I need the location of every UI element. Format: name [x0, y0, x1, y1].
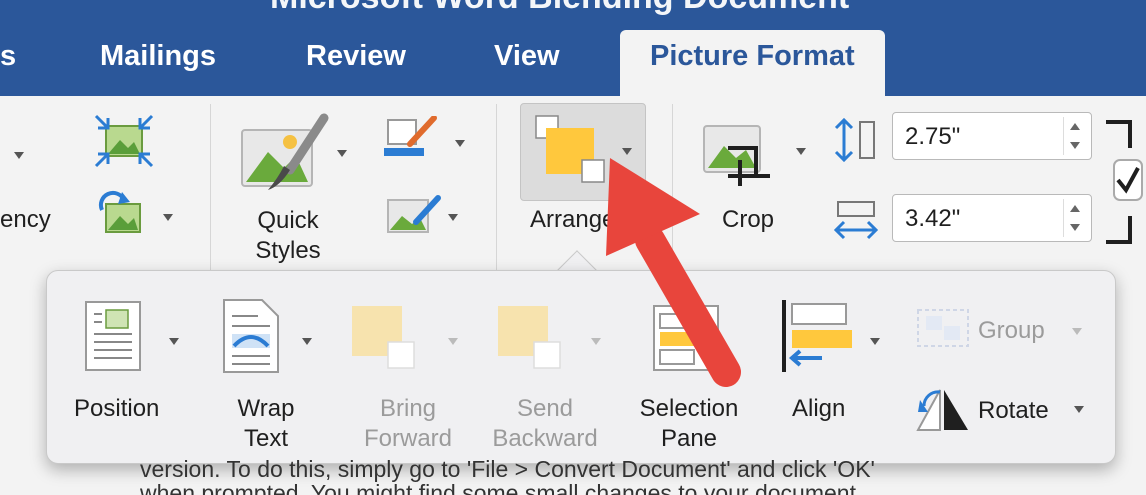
- stepper-arrows-icon[interactable]: [1063, 117, 1085, 155]
- align-label[interactable]: Align: [792, 394, 845, 424]
- group-divider: [672, 104, 673, 274]
- picture-effects-icon[interactable]: [382, 192, 442, 240]
- arrange-label[interactable]: Arrange: [530, 206, 615, 234]
- height-value[interactable]: 2.75": [905, 123, 960, 151]
- tab-mailings[interactable]: Mailings: [100, 40, 216, 73]
- bring-forward-icon: [352, 306, 415, 369]
- document-title: Microsoft Word Blending Document: [270, 0, 849, 17]
- quick-styles-label[interactable]: Quick Styles: [240, 206, 336, 266]
- quick-styles-icon[interactable]: [238, 112, 334, 196]
- group-divider: [496, 104, 497, 274]
- document-text-line: when prompted. You might find some small…: [140, 480, 863, 495]
- reset-picture-icon[interactable]: [96, 190, 146, 240]
- bring-forward-label: Bring Forward: [363, 395, 453, 452]
- wrap-text-label[interactable]: Wrap Text: [226, 394, 306, 454]
- send-backward-label: Send Backward: [492, 395, 598, 452]
- chevron-down-icon[interactable]: [455, 140, 465, 147]
- chevron-down-icon: [591, 338, 601, 345]
- chevron-down-icon[interactable]: [622, 148, 632, 155]
- position-icon[interactable]: [80, 298, 150, 374]
- stepper-arrows-icon[interactable]: [1063, 199, 1085, 237]
- selection-pane-label[interactable]: Selection Pane: [626, 394, 752, 454]
- align-icon[interactable]: [776, 296, 856, 376]
- tab-view[interactable]: View: [494, 40, 560, 73]
- width-value[interactable]: 3.42": [905, 205, 960, 233]
- chevron-down-icon[interactable]: [796, 148, 806, 155]
- chevron-down-icon[interactable]: [302, 338, 312, 345]
- shape-width-icon: [833, 201, 879, 240]
- arrange-icon: [535, 115, 605, 183]
- group-divider: [210, 104, 211, 274]
- tab-review[interactable]: Review: [306, 40, 406, 73]
- tab-picture-format[interactable]: Picture Format: [620, 30, 885, 96]
- shape-height-icon: [834, 117, 875, 163]
- chevron-down-icon[interactable]: [448, 214, 458, 221]
- chevron-down-icon: [1072, 328, 1082, 335]
- chevron-down-icon: [448, 338, 458, 345]
- chevron-down-icon[interactable]: [163, 214, 173, 221]
- selection-pane-icon[interactable]: [650, 302, 722, 374]
- transparency-label[interactable]: ency: [0, 206, 51, 234]
- tab-layout[interactable]: s: [0, 40, 16, 73]
- picture-border-icon[interactable]: [380, 116, 444, 166]
- height-stepper[interactable]: 2.75": [892, 112, 1092, 160]
- group-label: Group: [978, 317, 1045, 344]
- wrap-text-icon[interactable]: [218, 296, 288, 376]
- group-icon: [917, 309, 969, 347]
- position-label[interactable]: Position: [74, 394, 159, 424]
- chevron-down-icon[interactable]: [337, 150, 347, 157]
- rotate-icon[interactable]: [910, 386, 972, 434]
- crop-label[interactable]: Crop: [722, 206, 774, 234]
- send-backward-icon: [498, 306, 561, 369]
- title-bar: Microsoft Word Blending Document s Maili…: [0, 0, 1146, 96]
- chevron-down-icon[interactable]: [870, 338, 880, 345]
- compress-picture-icon[interactable]: [92, 112, 156, 170]
- width-stepper[interactable]: 3.42": [892, 194, 1092, 242]
- document-text-line: version. To do this, simply go to 'File …: [140, 456, 875, 482]
- chevron-down-icon[interactable]: [1074, 406, 1084, 413]
- rotate-label[interactable]: Rotate: [978, 396, 1049, 426]
- crop-icon[interactable]: [700, 118, 780, 188]
- lock-aspect-ratio-icon[interactable]: [1100, 118, 1144, 248]
- chevron-down-icon[interactable]: [14, 152, 24, 159]
- chevron-down-icon[interactable]: [169, 338, 179, 345]
